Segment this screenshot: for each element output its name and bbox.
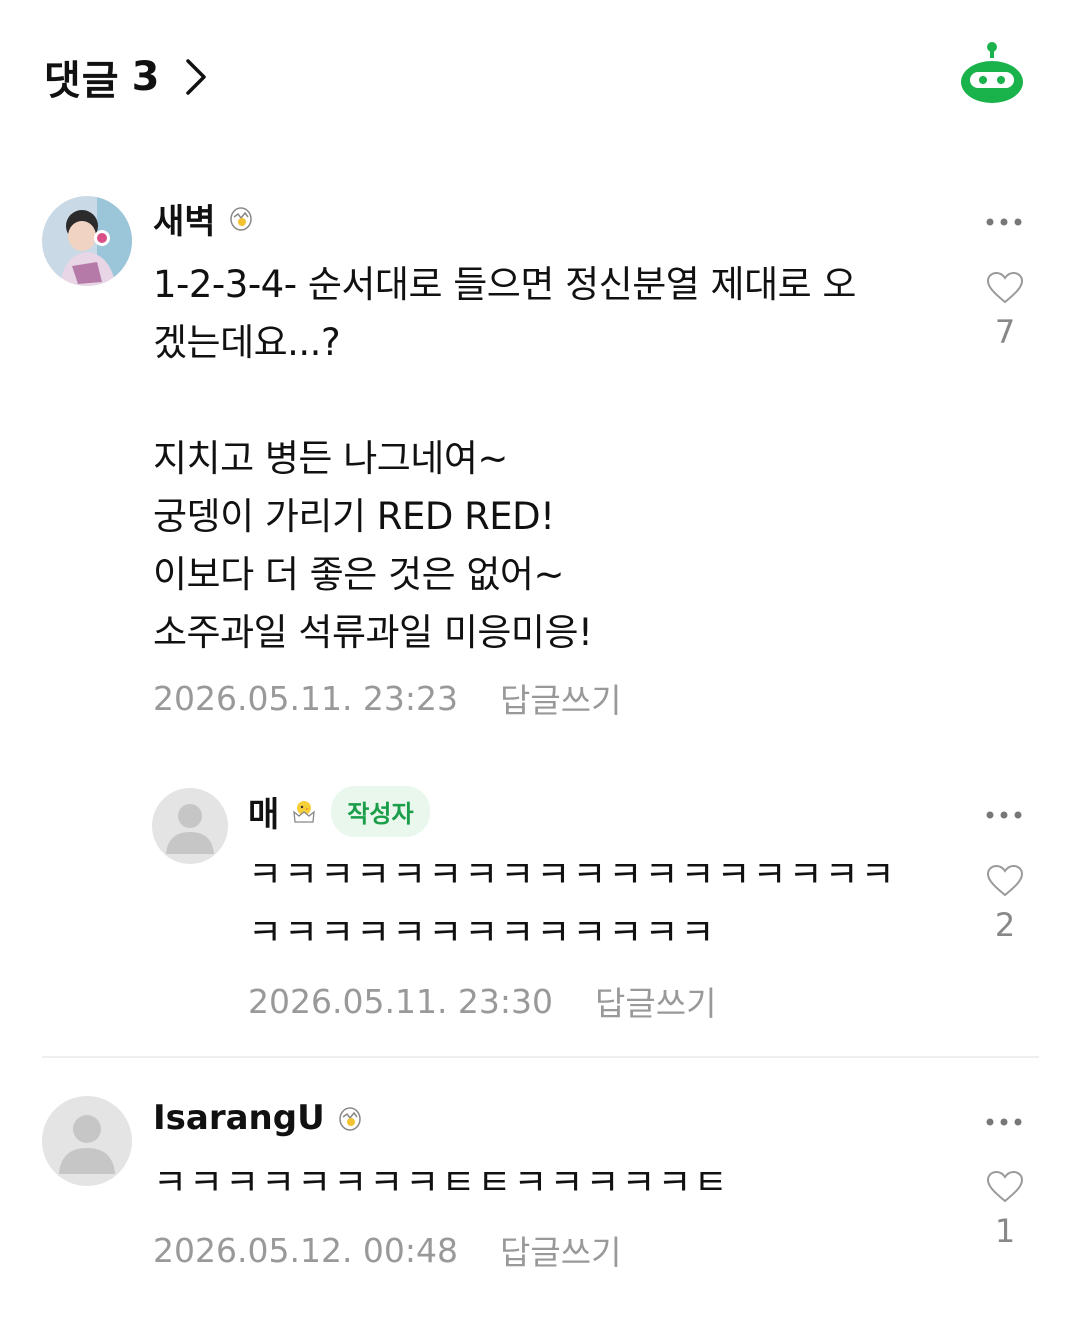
author-badge: 작성자 (331, 785, 430, 837)
comments-header: 댓글 3 (44, 40, 1039, 120)
comments-title-link[interactable]: 댓글 3 (44, 48, 207, 106)
heart-icon (986, 271, 1024, 304)
comment-author[interactable]: 새벽 (153, 194, 216, 243)
comment-date: 2026.05.11. 23:23 (153, 678, 459, 718)
comment-author[interactable]: IsarangU (153, 1098, 325, 1138)
avatar[interactable] (152, 788, 228, 864)
comment-meta: 2026.05.12. 00:48 답글쓰기 (153, 1226, 621, 1274)
reply-button[interactable]: 답글쓰기 (500, 674, 621, 722)
more-options-icon[interactable] (985, 1116, 1025, 1128)
reply-body: ㅋㅋㅋㅋㅋㅋㅋㅋㅋㅋㅋㅋㅋㅋㅋㅋㅋㅋ ㅋㅋㅋㅋㅋㅋㅋㅋㅋㅋㅋㅋㅋ (248, 853, 897, 954)
like-button[interactable]: 1 (985, 1170, 1025, 1250)
avatar[interactable] (42, 196, 132, 286)
like-button[interactable]: 7 (985, 271, 1025, 351)
like-count: 2 (994, 906, 1016, 944)
avatar[interactable] (42, 1096, 132, 1186)
comment-meta: 2026.05.11. 23:23 답글쓰기 (153, 674, 621, 722)
reply-author-row: 매 작성자 (248, 785, 430, 837)
comments-count: 3 (131, 54, 160, 100)
reply-meta: 2026.05.11. 23:30 답글쓰기 (248, 977, 716, 1025)
comment-divider (42, 1056, 1039, 1058)
egg-hatching-icon (229, 207, 252, 231)
heart-icon (986, 864, 1024, 897)
like-count: 7 (994, 313, 1016, 351)
comment-date: 2026.05.12. 00:48 (153, 1230, 459, 1270)
egg-hatching-icon (338, 1107, 361, 1131)
like-button[interactable]: 2 (985, 864, 1025, 944)
reply-date: 2026.05.11. 23:30 (248, 981, 554, 1021)
like-count: 1 (994, 1212, 1016, 1250)
reply-author[interactable]: 매 (248, 787, 279, 836)
chevron-right-icon (186, 59, 207, 95)
default-avatar-icon (42, 1096, 132, 1186)
robot-icon[interactable] (959, 42, 1025, 104)
comment-body: 1-2-3-4- 순서대로 들으면 정신분열 제대로 오 겠는데요...? 지치… (153, 263, 856, 654)
profile-photo-icon (42, 196, 132, 286)
comments-title: 댓글 (44, 58, 120, 104)
chick-icon (293, 801, 316, 823)
more-options-icon[interactable] (985, 809, 1025, 821)
comment-author-row: 새벽 (153, 194, 254, 243)
comment-body: ㅋㅋㅋㅋㅋㅋㅋㅋㅌㅌㅋㅋㅋㅋㅋㅌ (153, 1161, 730, 1204)
default-avatar-icon (152, 788, 228, 864)
reply-button[interactable]: 답글쓰기 (595, 977, 716, 1025)
heart-icon (986, 1170, 1024, 1203)
more-options-icon[interactable] (985, 216, 1025, 228)
comment-author-row: IsarangU (153, 1096, 363, 1140)
reply-button[interactable]: 답글쓰기 (500, 1226, 621, 1274)
